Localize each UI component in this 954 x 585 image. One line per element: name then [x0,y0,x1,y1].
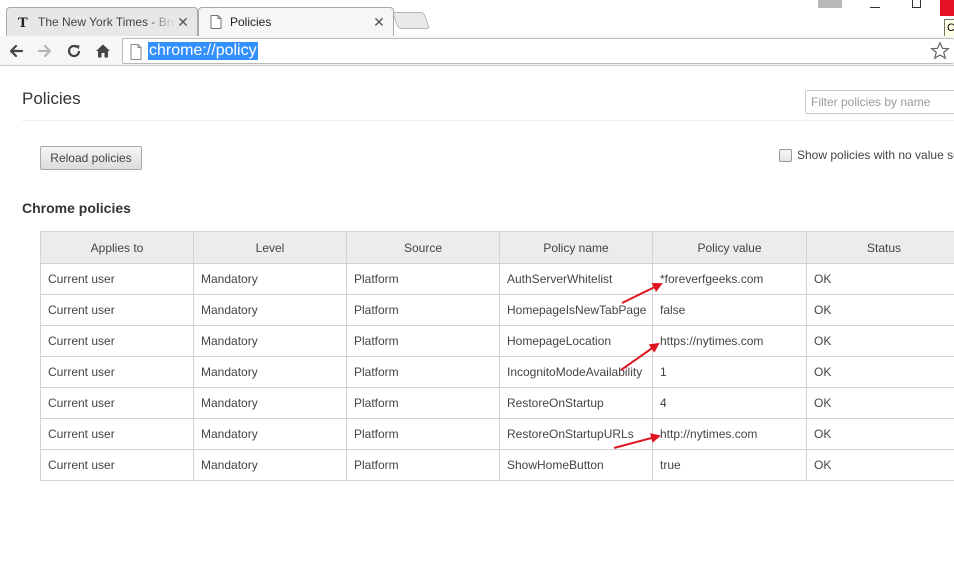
window-icon [818,0,842,8]
tab-policies[interactable]: Policies ✕ [198,7,394,36]
table-header-row: Applies to Level Source Policy name Poli… [40,231,954,264]
cell-source: Platform [346,263,500,295]
new-tab-button[interactable] [391,12,431,29]
address-bar[interactable]: chrome://policy [122,38,954,64]
cell-status: OK [806,418,954,450]
table-row: Current user Mandatory Platform RestoreO… [40,387,954,419]
tab-title: The New York Times - Breaking News [38,15,175,29]
window-close-button[interactable] [940,0,954,16]
column-header-policy-name: Policy name [499,231,653,264]
section-title: Chrome policies [22,200,131,216]
cell-level: Mandatory [193,263,347,295]
policies-table: Applies to Level Source Policy name Poli… [40,231,954,481]
nytimes-icon: T [17,15,31,29]
tab-title: Policies [230,15,272,29]
tab-strip: T The New York Times - Breaking News ✕ P… [0,0,954,37]
svg-text:T: T [18,16,28,29]
cell-source: Platform [346,387,500,419]
cell-status: OK [806,387,954,419]
cell-source: Platform [346,294,500,326]
cell-status: OK [806,263,954,295]
back-button[interactable] [6,41,26,61]
cell-level: Mandatory [193,294,347,326]
page-title: Policies [22,89,81,108]
browser-toolbar: chrome://policy [0,36,954,66]
cell-policy-name: RestoreOnStartup [499,387,653,419]
column-header-applies-to: Applies to [40,231,194,264]
checkbox[interactable] [779,148,792,162]
bookmark-star-icon[interactable] [930,41,950,61]
close-icon[interactable]: ✕ [175,14,191,30]
cell-policy-name: RestoreOnStartupURLs [499,418,653,450]
cell-status: OK [806,356,954,388]
cell-applies-to: Current user [40,387,194,419]
reload-button[interactable] [64,41,84,61]
cell-policy-name: HomepageIsNewTabPage [499,294,653,326]
cell-policy-value: *foreverfgeeks.com [652,263,807,295]
address-text[interactable]: chrome://policy [148,42,258,60]
cell-policy-value: false [652,294,807,326]
cell-status: OK [806,294,954,326]
table-row: Current user Mandatory Platform RestoreO… [40,418,954,450]
cell-status: OK [806,325,954,357]
cell-applies-to: Current user [40,418,194,450]
close-icon[interactable]: ✕ [371,14,387,30]
cell-source: Platform [346,449,500,481]
table-row: Current user Mandatory Platform Homepage… [40,294,954,326]
cell-policy-name: HomepageLocation [499,325,653,357]
filter-policies-input[interactable] [805,90,954,114]
column-header-policy-value: Policy value [652,231,807,264]
cell-status: OK [806,449,954,481]
minimize-button[interactable] [870,0,880,8]
show-no-value-checkbox[interactable]: Show policies with no value set [779,148,954,162]
back-arrow-icon [9,44,24,58]
cell-applies-to: Current user [40,294,194,326]
cell-level: Mandatory [193,418,347,450]
cell-applies-to: Current user [40,263,194,295]
column-header-source: Source [346,231,500,264]
reload-policies-button[interactable]: Reload policies [40,146,142,170]
cell-policy-value: true [652,449,807,481]
cell-policy-name: ShowHomeButton [499,449,653,481]
cell-applies-to: Current user [40,449,194,481]
column-header-level: Level [193,231,347,264]
cell-policy-value: http://nytimes.com [652,418,807,450]
page-icon [130,44,142,60]
cell-level: Mandatory [193,325,347,357]
cell-policy-value: 1 [652,356,807,388]
cell-source: Platform [346,418,500,450]
table-row: Current user Mandatory Platform Incognit… [40,356,954,388]
cell-applies-to: Current user [40,325,194,357]
divider [22,120,954,121]
table-row: Current user Mandatory Platform AuthServ… [40,263,954,295]
reload-icon [67,44,81,58]
maximize-button[interactable] [912,0,921,8]
cell-source: Platform [346,356,500,388]
tooltip: C [944,19,954,37]
forward-arrow-icon [37,44,52,58]
cell-policy-name: AuthServerWhitelist [499,263,653,295]
home-icon [96,44,110,58]
table-row: Current user Mandatory Platform ShowHome… [40,449,954,481]
page-icon [209,15,223,29]
cell-level: Mandatory [193,449,347,481]
checkbox-label: Show policies with no value set [797,148,954,162]
home-button[interactable] [93,41,113,61]
forward-button[interactable] [35,41,55,61]
cell-applies-to: Current user [40,356,194,388]
tab-nytimes[interactable]: T The New York Times - Breaking News ✕ [6,7,198,36]
cell-policy-value: https://nytimes.com [652,325,807,357]
cell-policy-name: IncognitoModeAvailability [499,356,653,388]
cell-source: Platform [346,325,500,357]
table-row: Current user Mandatory Platform Homepage… [40,325,954,357]
cell-level: Mandatory [193,356,347,388]
cell-policy-value: 4 [652,387,807,419]
column-header-status: Status [806,231,954,264]
cell-level: Mandatory [193,387,347,419]
